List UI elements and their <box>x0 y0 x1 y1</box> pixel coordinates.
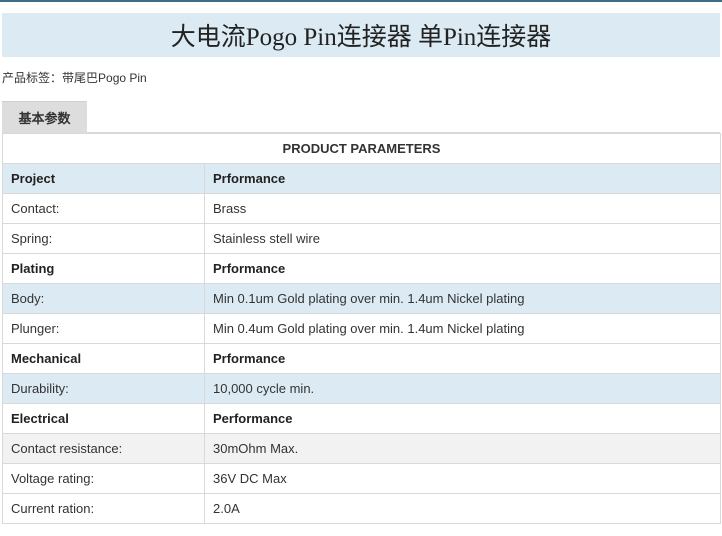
param-label: Spring: <box>2 223 205 254</box>
table-row: Voltage rating: 36V DC Max <box>2 463 721 494</box>
table-row: Plating Prformance <box>2 253 721 284</box>
table-row: Plunger: Min 0.4um Gold plating over min.… <box>2 313 721 344</box>
table-row: Current ration: 2.0A <box>2 493 721 524</box>
param-value: Performance <box>204 403 721 434</box>
product-title-bar: 大电流Pogo Pin连接器 单Pin连接器 <box>2 13 720 57</box>
param-label: Plating <box>2 253 205 284</box>
param-value: Brass <box>204 193 721 224</box>
param-label: Electrical <box>2 403 205 434</box>
tab-basic-parameters[interactable]: 基本参数 <box>2 101 87 133</box>
table-caption: PRODUCT PARAMETERS <box>2 133 721 164</box>
param-value: Prformance <box>204 253 721 284</box>
param-value: Prformance <box>204 343 721 374</box>
param-label: Current ration: <box>2 493 205 524</box>
param-label: Project <box>2 163 205 194</box>
tag-link[interactable]: 带尾巴Pogo Pin <box>62 71 147 85</box>
table-row: Project Prformance <box>2 163 721 194</box>
table-caption-row: PRODUCT PARAMETERS <box>2 133 721 164</box>
param-label: Contact: <box>2 193 205 224</box>
product-tags: 产品标签：带尾巴Pogo Pin <box>2 69 147 87</box>
param-value: 36V DC Max <box>204 463 721 494</box>
param-label: Contact resistance: <box>2 433 205 464</box>
param-value: Stainless stell wire <box>204 223 721 254</box>
param-value: Prformance <box>204 163 721 194</box>
param-label: Durability: <box>2 373 205 404</box>
tab-label: 基本参数 <box>18 111 71 126</box>
product-parameters-table: PRODUCT PARAMETERS Project Prformance Cont… <box>2 133 721 524</box>
param-value: Min 0.4um Gold plating over min. 1.4um N… <box>204 313 721 344</box>
param-value: 30mOhm Max. <box>204 433 721 464</box>
table-row: Mechanical Prformance <box>2 343 721 374</box>
table-row: Contact: Brass <box>2 193 721 224</box>
param-value: 2.0A <box>204 493 721 524</box>
tags-label: 产品标签： <box>2 71 63 85</box>
param-label: Mechanical <box>2 343 205 374</box>
table-row: Body: Min 0.1um Gold plating over min. 1.… <box>2 283 721 314</box>
table-row: Contact resistance: 30mOhm Max. <box>2 433 721 464</box>
product-title: 大电流Pogo Pin连接器 单Pin连接器 <box>170 24 552 51</box>
param-label: Plunger: <box>2 313 205 344</box>
top-border-line <box>0 0 722 2</box>
param-label: Body: <box>2 283 205 314</box>
table-row: Spring: Stainless stell wire <box>2 223 721 254</box>
param-value: Min 0.1um Gold plating over min. 1.4um N… <box>204 283 721 314</box>
table-row: Electrical Performance <box>2 403 721 434</box>
param-value: 10,000 cycle min. <box>204 373 721 404</box>
param-label: Voltage rating: <box>2 463 205 494</box>
table-row: Durability: 10,000 cycle min. <box>2 373 721 404</box>
